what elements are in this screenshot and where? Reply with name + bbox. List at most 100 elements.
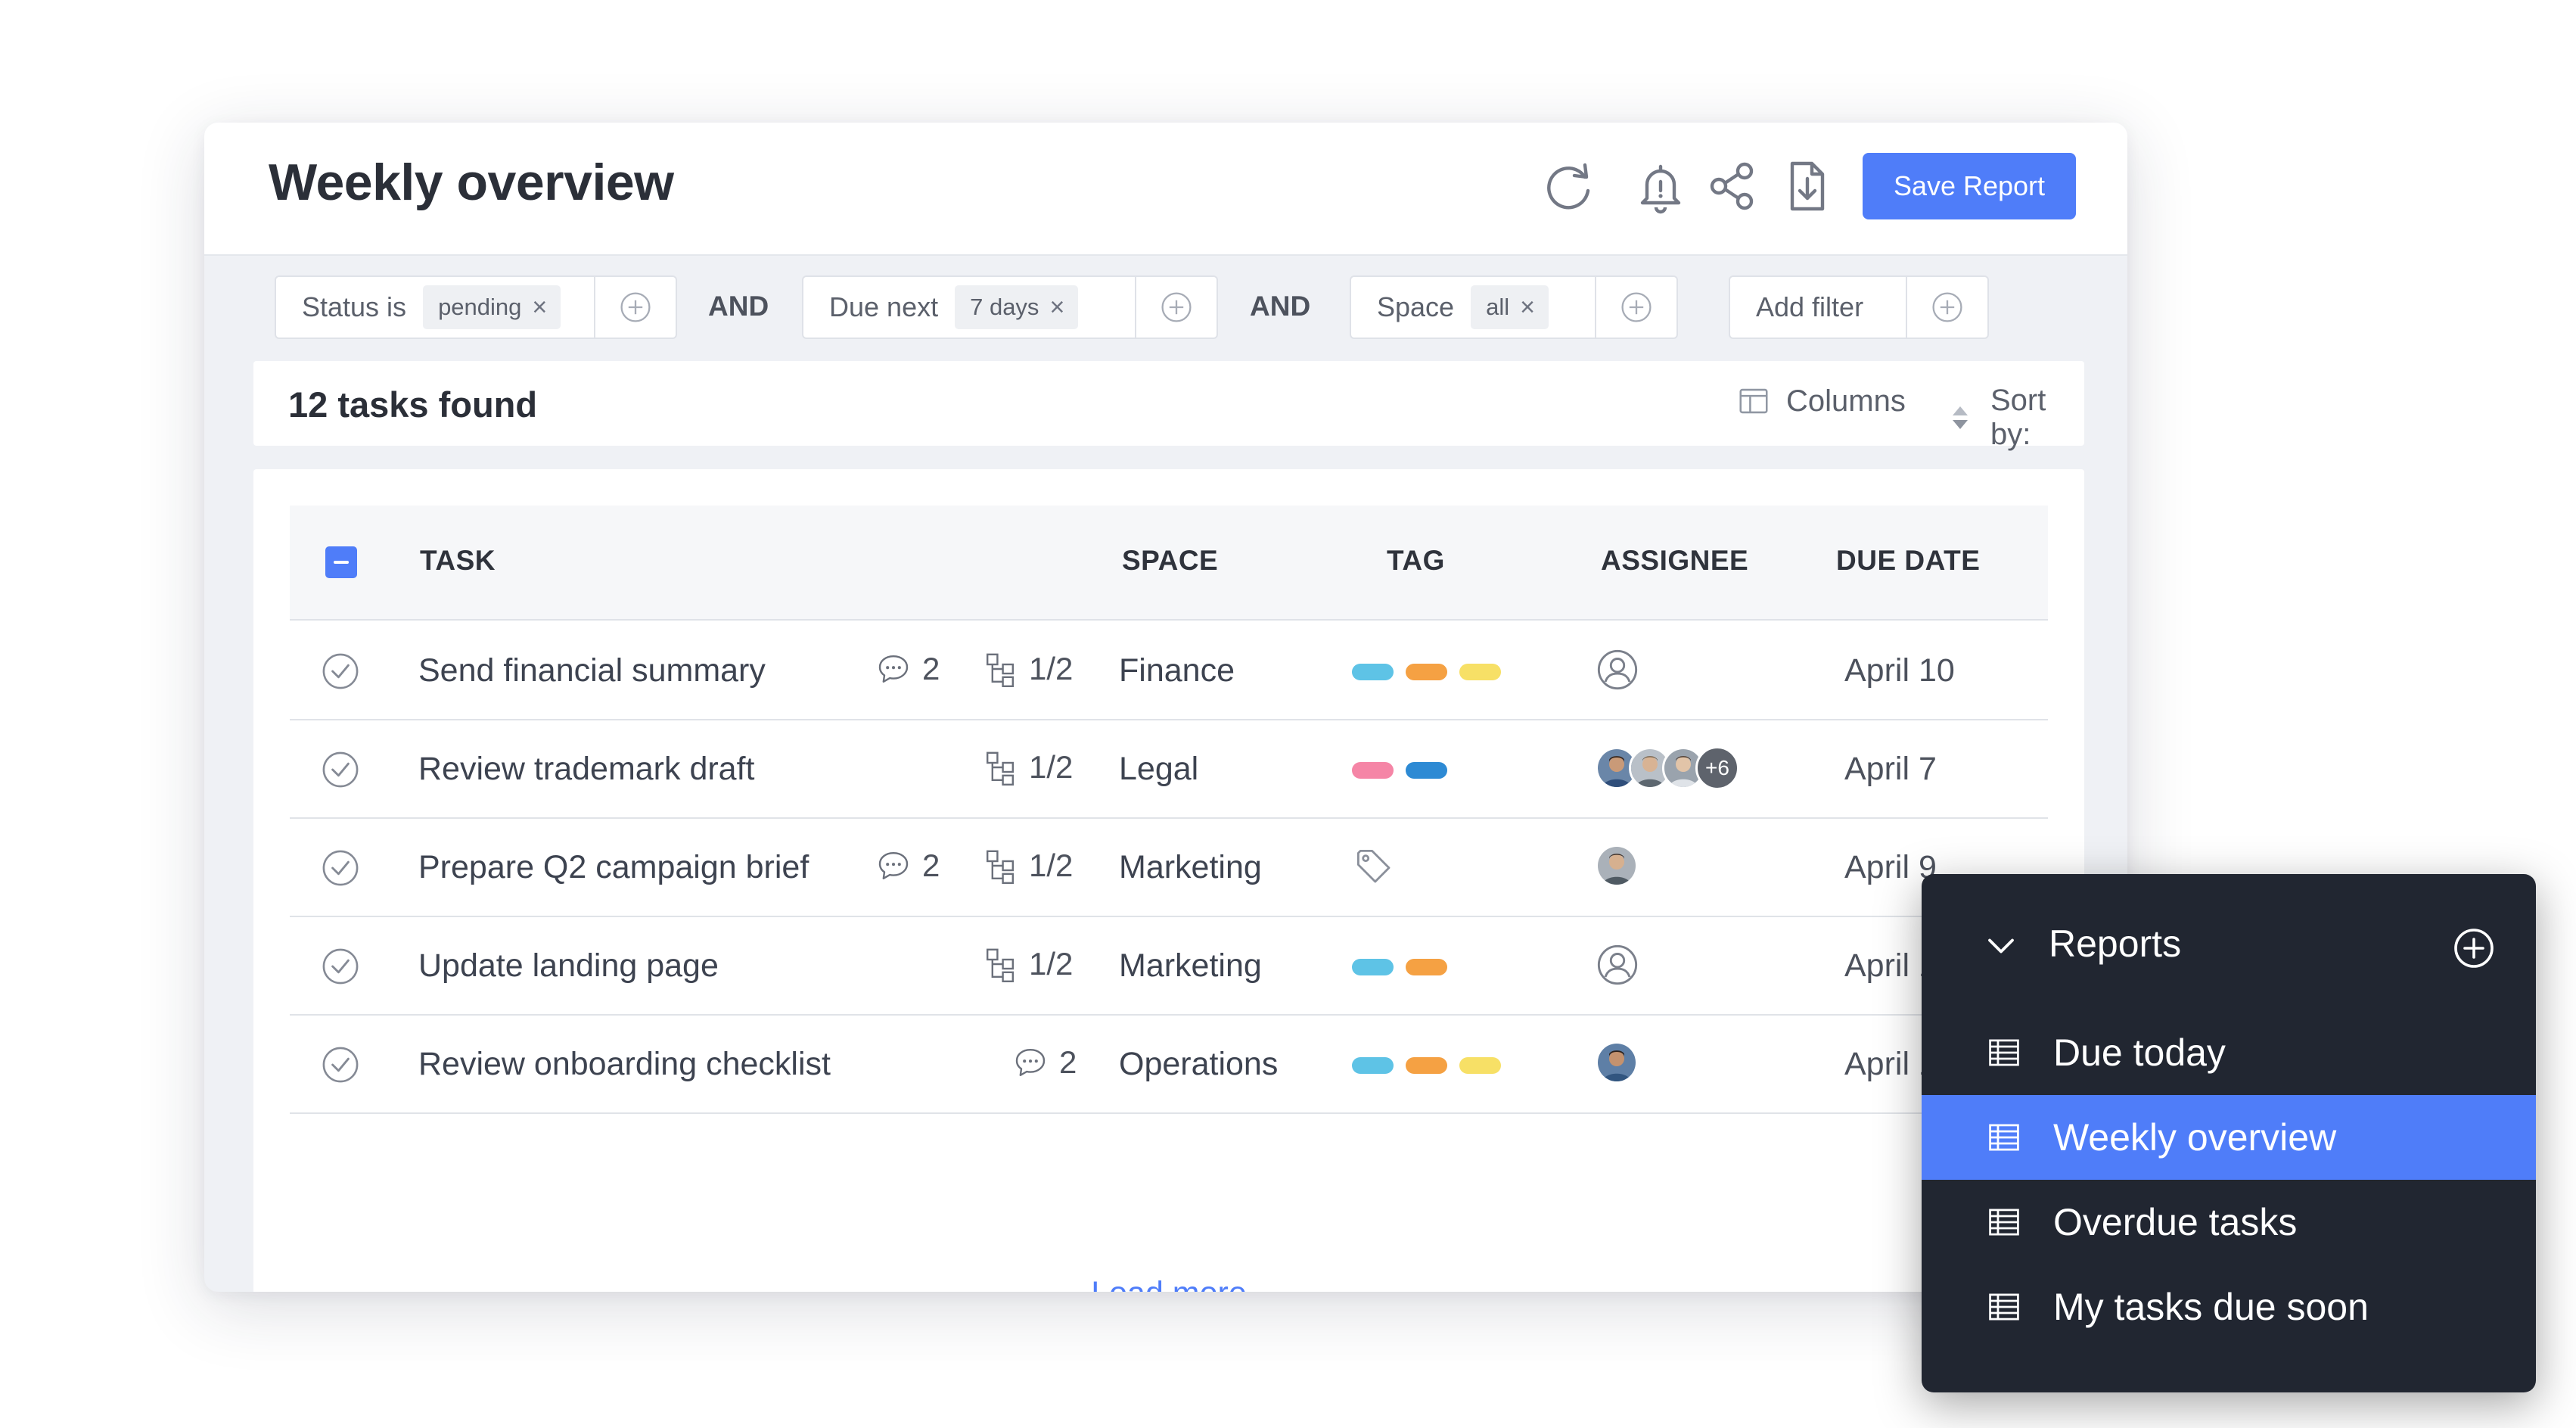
- avatar[interactable]: [1596, 845, 1638, 887]
- complete-check-icon[interactable]: [321, 1045, 360, 1084]
- tag-pill[interactable]: [1406, 664, 1447, 680]
- filter-label: Status is: [302, 291, 407, 322]
- tag-pill[interactable]: [1352, 762, 1394, 779]
- table-icon: [1987, 1035, 2021, 1070]
- tag-list[interactable]: [1352, 664, 1513, 680]
- comment-count[interactable]: 2: [875, 848, 940, 884]
- assignee-cell[interactable]: [1596, 1041, 1638, 1084]
- tag-list[interactable]: [1352, 959, 1459, 975]
- filter-chip-value: all: [1486, 294, 1510, 320]
- avatar[interactable]: [1596, 1041, 1638, 1084]
- tag-list[interactable]: [1352, 1057, 1513, 1074]
- complete-check-icon[interactable]: [321, 848, 360, 888]
- comment-count-value: 2: [1059, 1044, 1077, 1080]
- task-name[interactable]: Update landing page: [418, 947, 719, 985]
- table-icon: [1987, 1120, 2021, 1155]
- task-name[interactable]: Prepare Q2 campaign brief: [418, 849, 809, 886]
- filter-due[interactable]: Due next 7 days ×: [802, 275, 1218, 339]
- subtask-count[interactable]: 1/2: [982, 848, 1073, 884]
- table-row[interactable]: Update landing page 1/2 Marketing April …: [290, 916, 2048, 1016]
- filter-chip[interactable]: all ×: [1471, 285, 1549, 329]
- remove-chip-icon[interactable]: ×: [1049, 293, 1064, 322]
- bell-icon[interactable]: [1630, 156, 1691, 216]
- tag-list[interactable]: [1352, 762, 1459, 779]
- filter-status[interactable]: Status is pending ×: [275, 275, 677, 339]
- sort-label: Sort by:: [1990, 384, 2046, 451]
- table-row[interactable]: Review onboarding checklist 2 Operations…: [290, 1014, 2048, 1114]
- unassigned-user-icon[interactable]: [1596, 943, 1639, 987]
- comment-icon: [875, 848, 912, 884]
- column-header-due-date[interactable]: DUE DATE: [1836, 545, 1980, 577]
- filter-label: Due next: [829, 291, 939, 322]
- task-name[interactable]: Review onboarding checklist: [418, 1046, 831, 1083]
- report-item-overdue-tasks[interactable]: Overdue tasks: [1922, 1180, 2536, 1265]
- assignee-cell[interactable]: [1596, 845, 1638, 887]
- tag-pill[interactable]: [1406, 959, 1447, 975]
- table-row[interactable]: Send financial summary 2 1/2 Finance Apr…: [290, 621, 2048, 720]
- task-name[interactable]: Review trademark draft: [418, 751, 755, 788]
- table-row[interactable]: Prepare Q2 campaign brief 2 1/2 Marketin…: [290, 817, 2048, 917]
- and-label: AND: [1250, 291, 1311, 322]
- tag-pill[interactable]: [1406, 1057, 1447, 1074]
- tag-pill[interactable]: [1459, 664, 1501, 680]
- add-condition-icon[interactable]: [1595, 277, 1676, 338]
- subtask-count[interactable]: 1/2: [982, 651, 1073, 687]
- complete-check-icon[interactable]: [321, 652, 360, 691]
- table-row[interactable]: Review trademark draft 1/2 Legal +6 Apri…: [290, 719, 2048, 819]
- table-icon: [1987, 1290, 2021, 1324]
- unassigned-user-icon[interactable]: [1596, 648, 1639, 692]
- sort-icon: [1945, 400, 1975, 435]
- subtask-count[interactable]: 1/2: [982, 749, 1073, 786]
- tag-pill[interactable]: [1352, 959, 1394, 975]
- filter-chip[interactable]: 7 days ×: [955, 285, 1079, 329]
- comment-count[interactable]: 2: [1012, 1044, 1077, 1081]
- due-date: April 10: [1844, 652, 1955, 689]
- complete-check-icon[interactable]: [321, 947, 360, 986]
- subtask-count[interactable]: 1/2: [982, 946, 1073, 982]
- load-more-link[interactable]: Load more: [253, 1275, 2084, 1292]
- column-header-space[interactable]: SPACE: [1122, 545, 1218, 577]
- refresh-icon[interactable]: [1538, 156, 1599, 216]
- subtask-icon: [982, 946, 1018, 982]
- reports-menu-header[interactable]: Reports: [1922, 874, 2536, 1010]
- assignee-cell[interactable]: [1596, 943, 1639, 987]
- add-report-icon[interactable]: [2451, 926, 2497, 971]
- report-item-my-tasks-due-soon[interactable]: My tasks due soon: [1922, 1265, 2536, 1349]
- assignee-cell[interactable]: [1596, 648, 1639, 692]
- share-icon[interactable]: [1702, 156, 1763, 216]
- filter-space[interactable]: Space all ×: [1350, 275, 1678, 339]
- select-all-checkbox[interactable]: [325, 546, 357, 578]
- tag-pill[interactable]: [1459, 1057, 1501, 1074]
- report-item-due-today[interactable]: Due today: [1922, 1010, 2536, 1095]
- task-table: TASK SPACE TAG ASSIGNEE DUE DATE Send fi…: [253, 469, 2084, 1292]
- download-icon[interactable]: [1776, 156, 1836, 216]
- column-header-task[interactable]: TASK: [420, 545, 496, 577]
- chevron-down-icon[interactable]: [1982, 927, 2020, 965]
- sort-button[interactable]: Sort by:: [1945, 384, 2084, 452]
- tag-pill[interactable]: [1352, 1057, 1394, 1074]
- tag-pill[interactable]: [1406, 762, 1447, 779]
- filter-label: Space: [1377, 291, 1455, 322]
- add-filter-button[interactable]: Add filter: [1729, 275, 1989, 339]
- filter-chip[interactable]: pending ×: [423, 285, 561, 329]
- add-condition-icon[interactable]: [594, 277, 676, 338]
- task-name[interactable]: Send financial summary: [418, 652, 766, 689]
- report-item-weekly-overview[interactable]: Weekly overview: [1922, 1095, 2536, 1180]
- add-filter-label: Add filter: [1756, 291, 1864, 322]
- remove-chip-icon[interactable]: ×: [1520, 293, 1535, 322]
- assignee-cell[interactable]: +6: [1596, 746, 1739, 790]
- save-report-button[interactable]: Save Report: [1863, 153, 2076, 219]
- add-condition-icon[interactable]: [1135, 277, 1217, 338]
- complete-check-icon[interactable]: [321, 750, 360, 789]
- comment-count[interactable]: 2: [875, 651, 940, 687]
- subtask-icon: [982, 651, 1018, 687]
- column-header-assignee[interactable]: ASSIGNEE: [1601, 545, 1748, 577]
- column-header-tag[interactable]: TAG: [1387, 545, 1445, 577]
- add-filter-icon[interactable]: [1906, 277, 1987, 338]
- add-tag-icon[interactable]: [1352, 845, 1394, 887]
- more-assignees-badge[interactable]: +6: [1695, 746, 1739, 790]
- remove-chip-icon[interactable]: ×: [532, 293, 547, 322]
- columns-button[interactable]: Columns: [1736, 384, 1906, 418]
- tag-pill[interactable]: [1352, 664, 1394, 680]
- columns-label: Columns: [1786, 384, 1906, 418]
